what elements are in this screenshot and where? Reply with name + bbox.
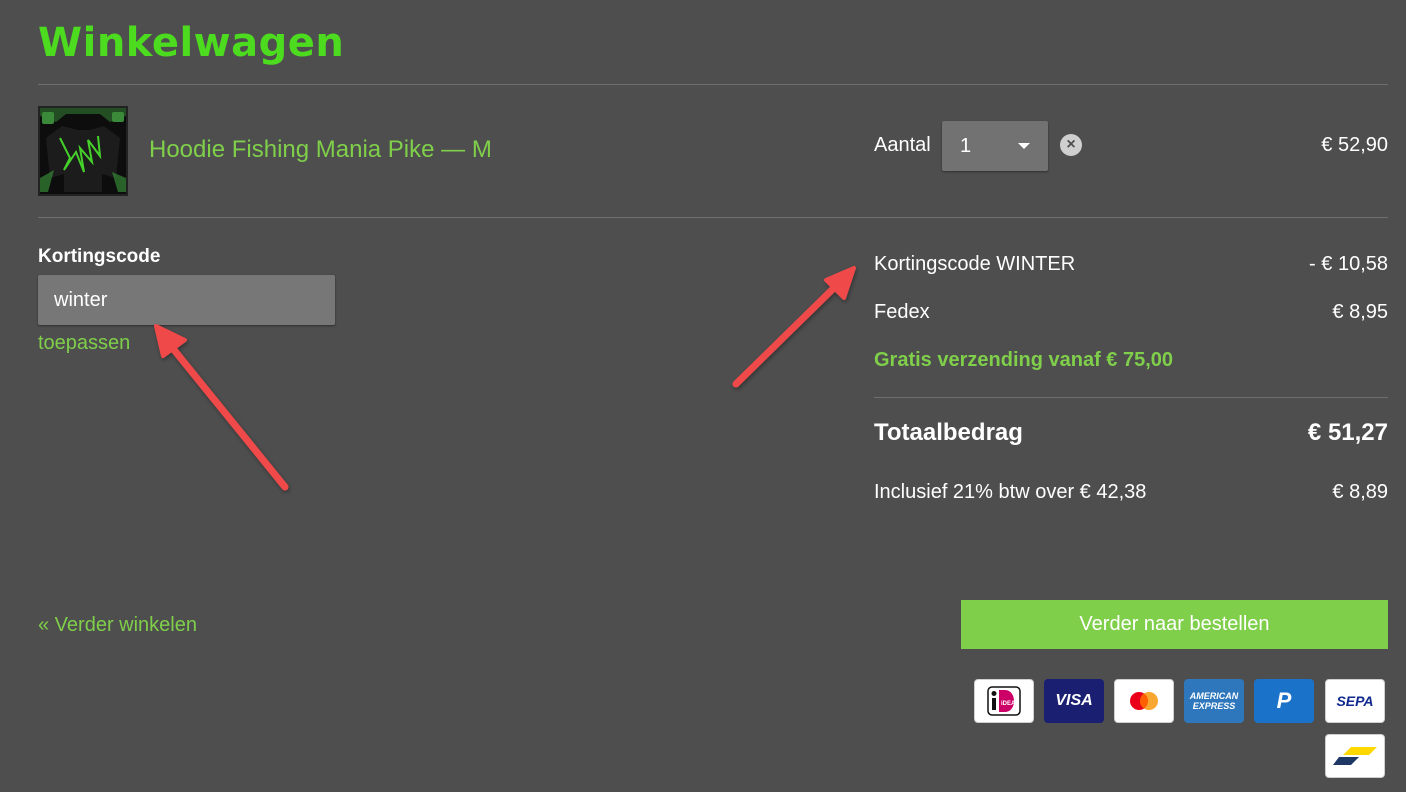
coupon-label: Kortingscode [38, 246, 161, 267]
quantity-label: Aantal [874, 134, 931, 156]
free-shipping-note: Gratis verzending vanaf € 75,00 [874, 349, 1174, 371]
hoodie-image [40, 108, 126, 194]
apply-coupon-link[interactable]: toepassen [38, 332, 130, 355]
ideal-icon: iDEAL [974, 679, 1034, 723]
vat-value: € 8,89 [1332, 481, 1388, 503]
paypal-icon: P [1254, 679, 1314, 723]
bancontact-icon [1325, 734, 1385, 778]
svg-text:iDEAL: iDEAL [1001, 701, 1019, 707]
quantity-value: 1 [960, 135, 972, 157]
continue-shopping-link[interactable]: « Verder winkelen [38, 614, 197, 637]
total-value: € 51,27 [1307, 419, 1388, 446]
visa-icon: VISA [1044, 679, 1104, 723]
vat-row: Inclusief 21% btw over € 42,38 € 8,89 [874, 481, 1388, 504]
coupon-input[interactable] [38, 275, 335, 325]
divider-items [38, 217, 1388, 218]
discount-label: Kortingscode WINTER [874, 253, 1076, 275]
remove-item-button[interactable]: × [1060, 134, 1082, 156]
quantity-select[interactable]: 1 [942, 121, 1048, 171]
divider-summary [874, 397, 1388, 398]
shipping-label: Fedex [874, 301, 930, 323]
total-label: Totaalbedrag [874, 419, 1023, 446]
american-express-icon: AMERICAN EXPRESS [1184, 679, 1244, 723]
arrow-to-discount-row [732, 266, 856, 388]
arrow-to-coupon-input [154, 324, 289, 491]
annotation-arrows [154, 266, 856, 491]
chevron-down-icon [1018, 143, 1030, 149]
page-title: Winkelwagen [38, 20, 345, 66]
shipping-row: Fedex € 8,95 [874, 301, 1388, 324]
discount-value: - € 10,58 [1309, 253, 1388, 275]
product-name-link[interactable]: Hoodie Fishing Mania Pike — M [149, 136, 492, 164]
checkout-button[interactable]: Verder naar bestellen [961, 600, 1388, 649]
close-icon: × [1066, 136, 1076, 153]
vat-label: Inclusief 21% btw over € 42,38 [874, 481, 1147, 503]
total-row: Totaalbedrag € 51,27 [874, 419, 1388, 447]
discount-row: Kortingscode WINTER - € 10,58 [874, 253, 1388, 276]
mastercard-icon [1114, 679, 1174, 723]
shipping-value: € 8,95 [1332, 301, 1388, 323]
sepa-icon: SEPA [1325, 679, 1385, 723]
product-thumbnail[interactable] [38, 106, 128, 196]
divider-top [38, 84, 1388, 85]
line-price: € 52,90 [1321, 134, 1388, 156]
